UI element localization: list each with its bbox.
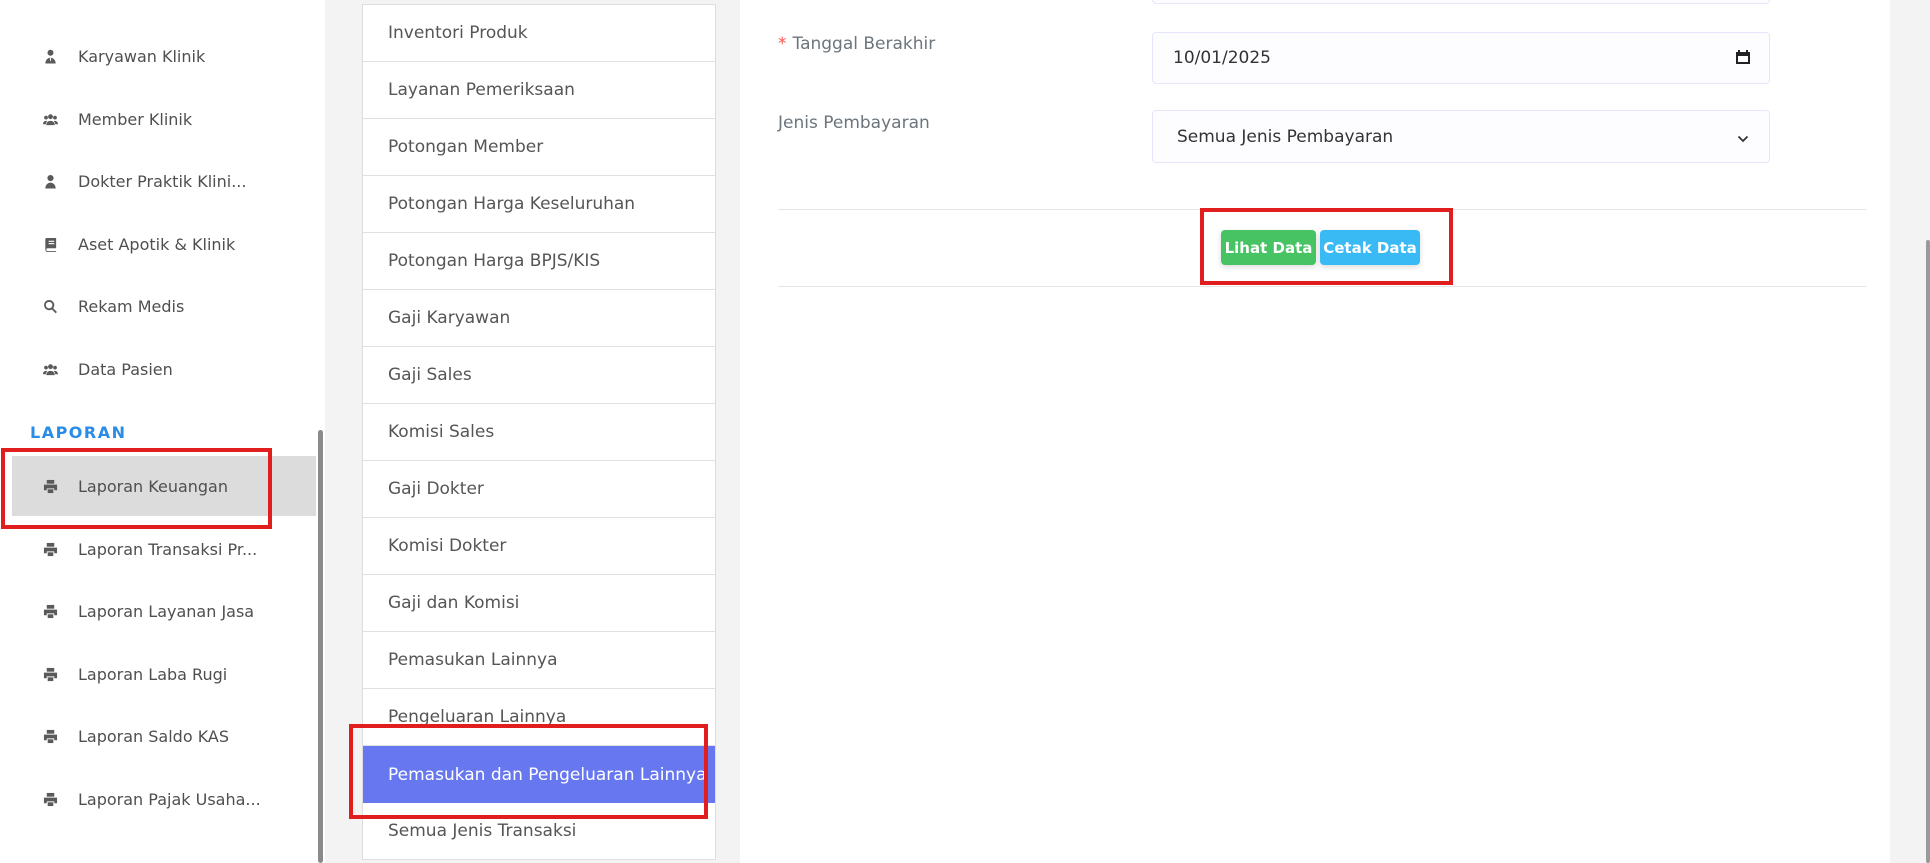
users-icon xyxy=(42,111,58,127)
sidebar-item-aset-apotik[interactable]: Aset Apotik & Klinik xyxy=(0,214,316,274)
report-filter-panel: * Tanggal Berakhir 10/01/2025 Jenis Pemba… xyxy=(740,0,1890,863)
report-type-item[interactable]: Gaji Dokter xyxy=(363,461,715,518)
report-type-item[interactable]: Potongan Member xyxy=(363,119,715,176)
sidebar-item-dokter-praktik[interactable]: Dokter Praktik Klini... xyxy=(0,151,316,211)
payment-type-select[interactable]: Semua Jenis Pembayaran xyxy=(1152,110,1770,163)
report-type-item[interactable]: Layanan Pemeriksaan xyxy=(363,62,715,119)
book-icon xyxy=(42,236,58,252)
report-type-list: Inventori Produk Layanan Pemeriksaan Pot… xyxy=(362,4,716,860)
print-icon xyxy=(42,666,58,682)
users-icon xyxy=(42,361,58,377)
required-mark: * xyxy=(778,34,787,54)
print-icon xyxy=(42,791,58,807)
start-date-field[interactable] xyxy=(1152,0,1770,4)
print-icon xyxy=(42,541,58,557)
sidebar-item-laporan-pajak[interactable]: Laporan Pajak Usaha... xyxy=(0,769,316,829)
sidebar-section-laporan: LAPORAN xyxy=(30,423,127,442)
report-type-item[interactable]: Pengeluaran Lainnya xyxy=(363,689,715,746)
report-type-item[interactable]: Gaji dan Komisi xyxy=(363,575,715,632)
report-type-item[interactable]: Potongan Harga Keseluruhan xyxy=(363,176,715,233)
page-scrollbar[interactable] xyxy=(1926,240,1930,863)
report-type-item[interactable]: Pemasukan Lainnya xyxy=(363,632,715,689)
calendar-icon[interactable] xyxy=(1735,49,1751,65)
report-type-item[interactable]: Komisi Sales xyxy=(363,404,715,461)
report-type-item[interactable]: Semua Jenis Transaksi xyxy=(363,803,715,860)
payment-type-value: Semua Jenis Pembayaran xyxy=(1177,126,1394,147)
divider xyxy=(778,286,1866,287)
sidebar-item-member-klinik[interactable]: Member Klinik xyxy=(0,89,316,149)
report-type-item-active[interactable]: Pemasukan dan Pengeluaran Lainnya xyxy=(363,746,715,803)
print-icon xyxy=(42,478,58,494)
user-icon xyxy=(42,173,58,189)
sidebar-item-laporan-laba-rugi[interactable]: Laporan Laba Rugi xyxy=(0,644,316,704)
report-type-item[interactable]: Gaji Sales xyxy=(363,347,715,404)
sidebar: Karyawan Klinik Member Klinik Dokter Pra… xyxy=(0,0,325,863)
sidebar-item-laporan-saldo-kas[interactable]: Laporan Saldo KAS xyxy=(0,706,316,766)
report-type-item[interactable]: Inventori Produk xyxy=(363,5,715,62)
report-type-item[interactable]: Potongan Harga BPJS/KIS xyxy=(363,233,715,290)
sidebar-item-laporan-transaksi[interactable]: Laporan Transaksi Pr... xyxy=(0,519,316,579)
search-icon xyxy=(42,298,58,314)
print-icon xyxy=(42,603,58,619)
end-date-field[interactable]: 10/01/2025 xyxy=(1152,32,1770,84)
sidebar-item-karyawan-klinik[interactable]: Karyawan Klinik xyxy=(0,26,316,86)
end-date-label: * Tanggal Berakhir xyxy=(778,34,936,54)
print-icon xyxy=(42,728,58,744)
divider xyxy=(778,209,1866,210)
user-tie-icon xyxy=(42,48,58,64)
sidebar-item-laporan-keuangan[interactable]: Laporan Keuangan xyxy=(12,456,316,516)
view-data-button[interactable]: Lihat Data xyxy=(1221,230,1316,265)
report-type-item[interactable]: Gaji Karyawan xyxy=(363,290,715,347)
chevron-down-icon xyxy=(1737,130,1749,143)
sidebar-item-laporan-layanan-jasa[interactable]: Laporan Layanan Jasa xyxy=(0,581,316,641)
end-date-value: 10/01/2025 xyxy=(1173,48,1271,68)
print-data-button[interactable]: Cetak Data xyxy=(1320,230,1420,265)
report-type-item[interactable]: Komisi Dokter xyxy=(363,518,715,575)
payment-type-label: Jenis Pembayaran xyxy=(778,113,930,133)
sidebar-scrollbar[interactable] xyxy=(318,430,323,863)
sidebar-item-rekam-medis[interactable]: Rekam Medis xyxy=(0,276,316,336)
sidebar-item-data-pasien[interactable]: Data Pasien xyxy=(0,339,316,399)
